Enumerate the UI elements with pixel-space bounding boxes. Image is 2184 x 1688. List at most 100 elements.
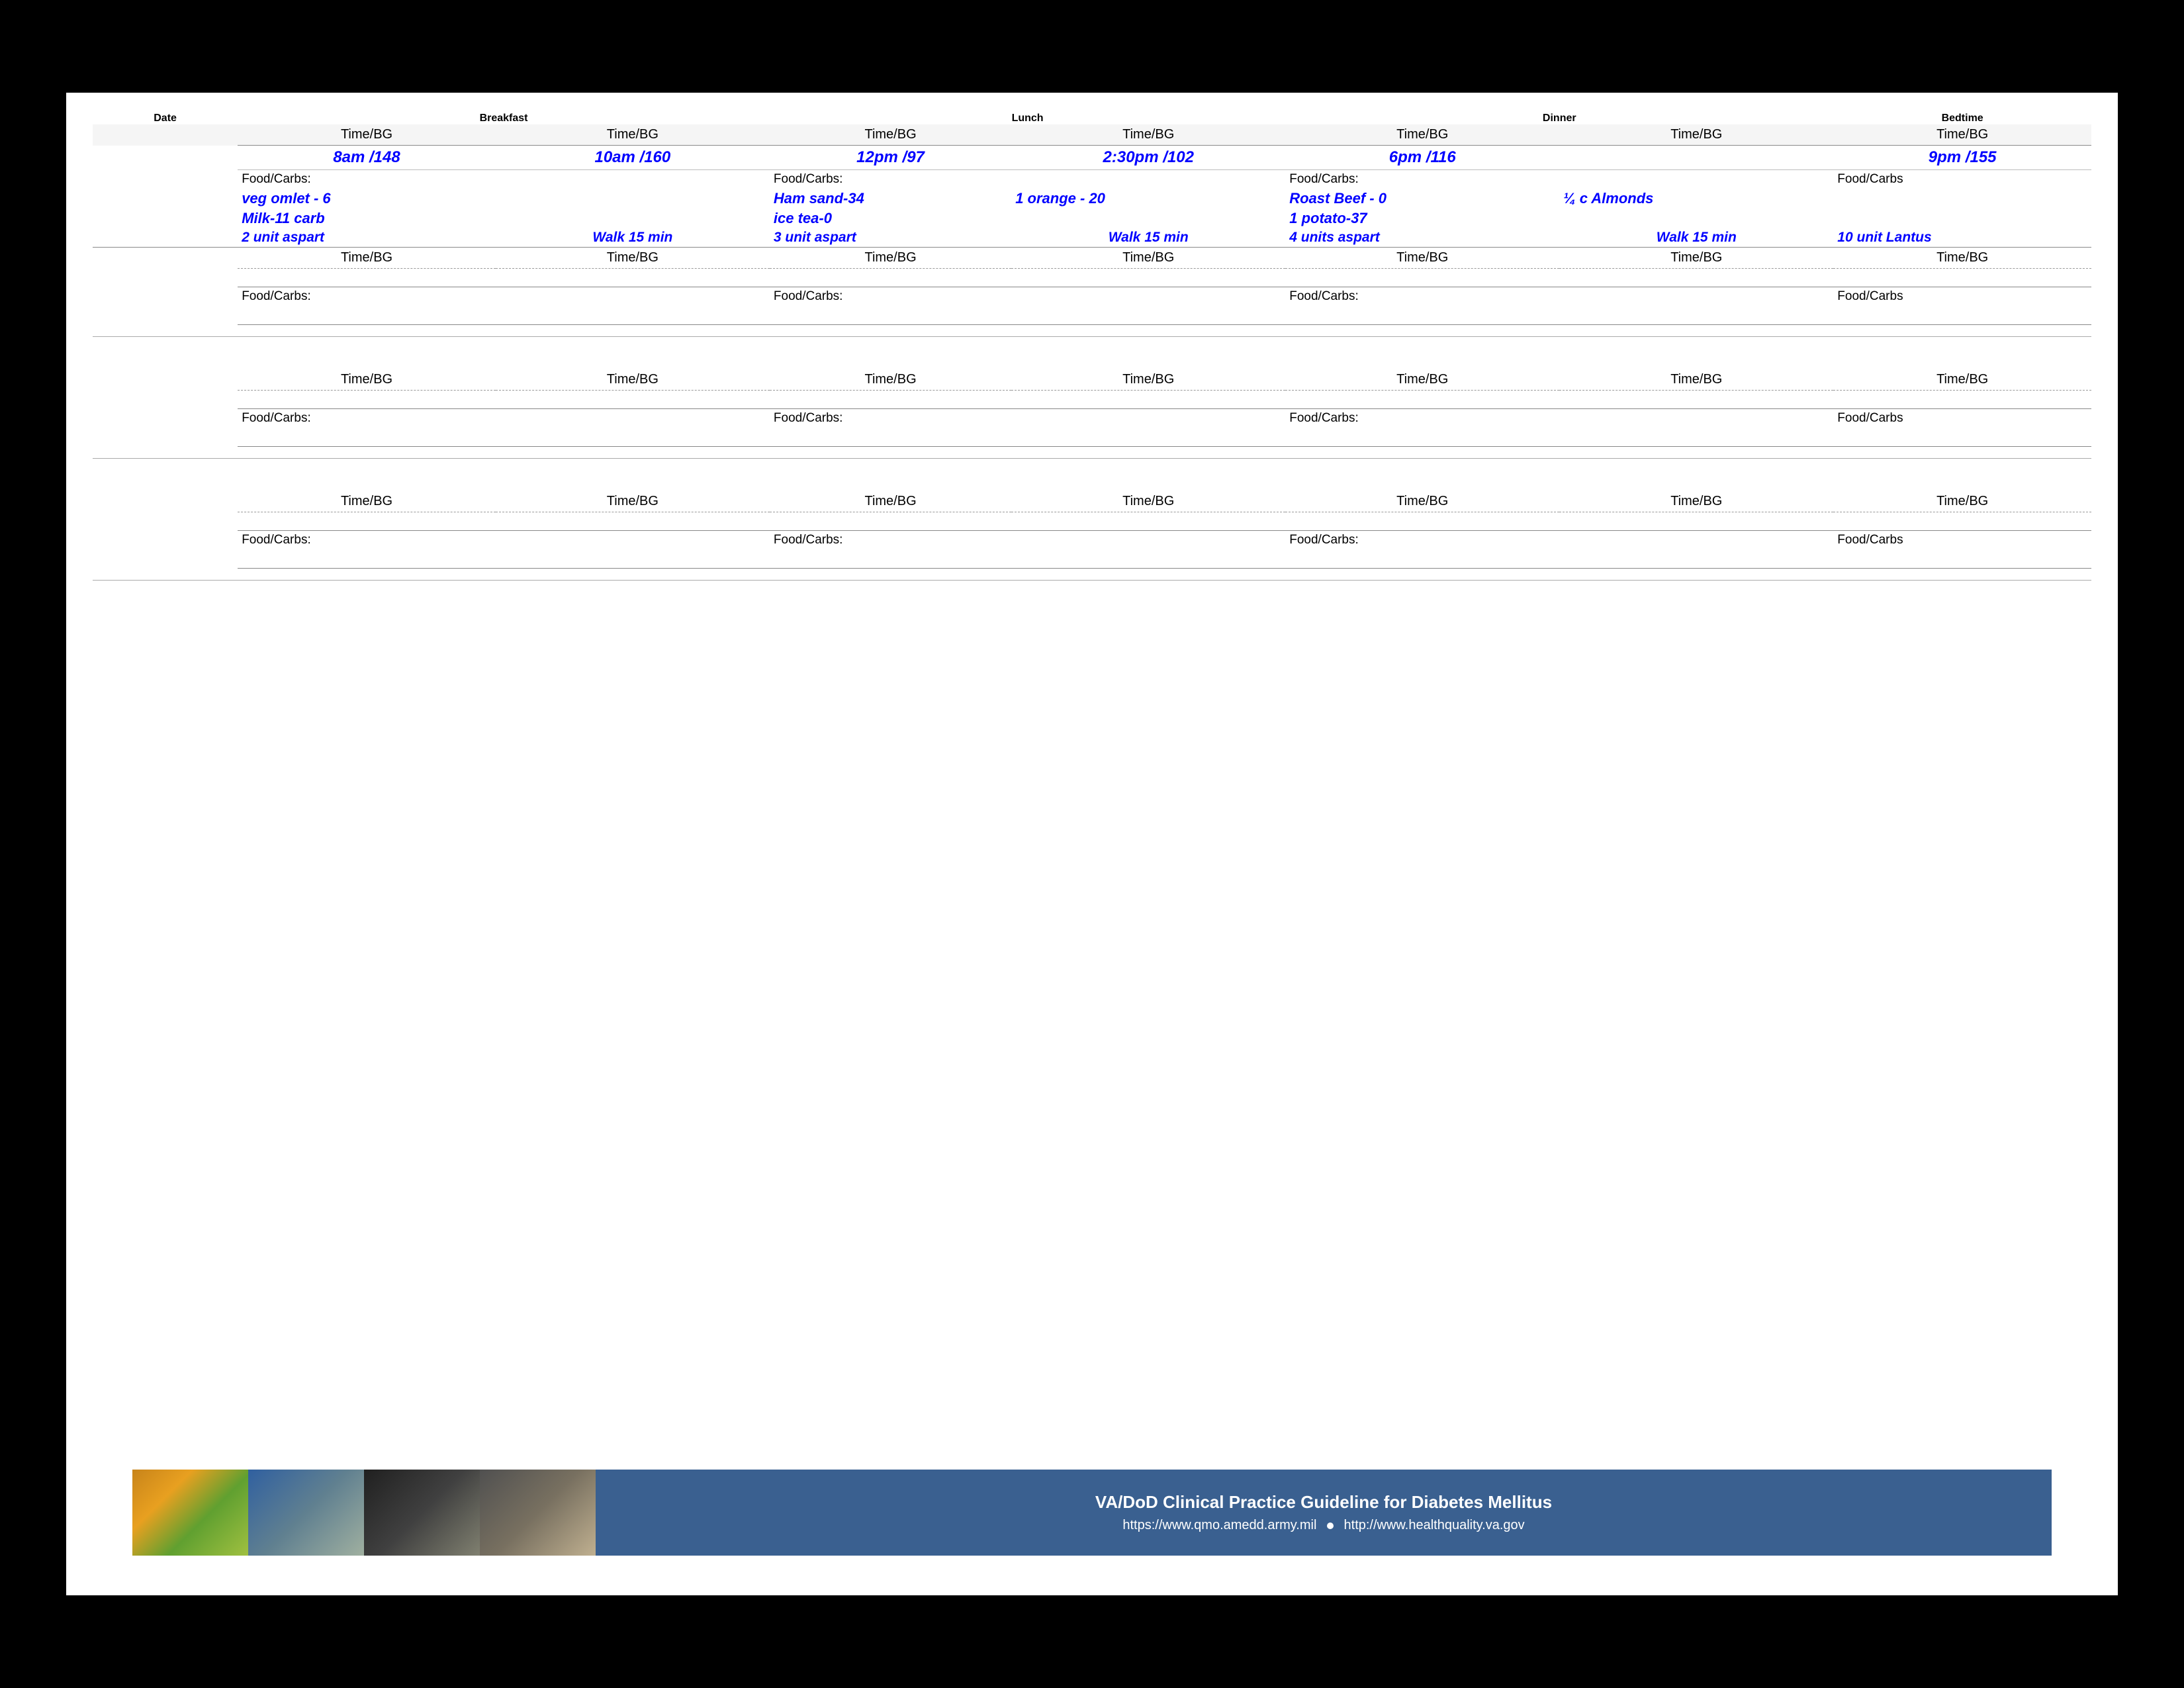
- row1-di1-time: 6pm /116: [1285, 146, 1559, 170]
- lu2-food-val1: 1 orange - 20: [1011, 189, 1285, 209]
- row2-bf1-time: [238, 391, 496, 409]
- row3-bf2-time: [496, 512, 770, 531]
- row1-food2-labels: Food/Carbs: Food/Carbs: Food/Carbs: Food…: [93, 287, 2091, 306]
- row2-bed-food: [1833, 428, 2091, 446]
- row2-time-empty: [93, 391, 2091, 409]
- row2-date-2: [93, 391, 238, 409]
- lu2-walk: Walk 15 min: [1011, 228, 1285, 248]
- row2-timebg-labels: Time/BG Time/BG Time/BG Time/BG Time/BG …: [93, 369, 2091, 391]
- di1-timebg2-label: Time/BG: [1285, 248, 1559, 269]
- lu2-time2-val: [1011, 269, 1285, 287]
- row2-di2-food: [1559, 428, 1833, 446]
- bf1-timebg2-label: Time/BG: [238, 248, 496, 269]
- bed-timebg2-label: Time/BG: [1833, 248, 2091, 269]
- bed-food-val1: [1833, 189, 2091, 209]
- lu1-food-val1: Ham sand-34: [770, 189, 1011, 209]
- footer-img-seg3: [364, 1470, 480, 1556]
- di1-time2-val: [1285, 269, 1559, 287]
- row2-di1-timebg: Time/BG: [1285, 369, 1559, 391]
- row3-bf2-food-label: [496, 531, 770, 550]
- row3-lu1-time: [770, 512, 1011, 531]
- row3-time-empty: [93, 512, 2091, 531]
- lu2-food-val2: [1011, 209, 1285, 228]
- lu1-food2-val: [770, 306, 1011, 324]
- row3-bf1-food: [238, 549, 496, 568]
- row1-bf1-time: 8am /148: [238, 146, 496, 170]
- row2-extra-empty: [93, 446, 2091, 458]
- footer-img-seg1: [132, 1470, 248, 1556]
- di2-food-label: [1559, 170, 1833, 189]
- row2-di1-food-label: Food/Carbs:: [1285, 409, 1559, 428]
- row1-timebg2-labels: Time/BG Time/BG Time/BG Time/BG Time/BG …: [93, 248, 2091, 269]
- lu1-time2-val: [770, 269, 1011, 287]
- row2-bf1-food-label: Food/Carbs:: [238, 409, 496, 428]
- bf1-food-val2: Milk-11 carb: [238, 209, 496, 228]
- row2-di2-timebg: Time/BG: [1559, 369, 1833, 391]
- row1-time-values: 8am /148 10am /160 12pm /97 2:30pm /102 …: [93, 146, 2091, 170]
- row2-food-labels: Food/Carbs: Food/Carbs: Food/Carbs: Food…: [93, 409, 2091, 428]
- lu1-insulin: 3 unit aspart: [770, 228, 1011, 248]
- bf2-food-val2: [496, 209, 770, 228]
- row2-bf1-food: [238, 428, 496, 446]
- row1-di2-time: [1559, 146, 1833, 170]
- lu1-timebg-label: Time/BG: [770, 124, 1011, 146]
- row3-di2-food-label: [1559, 531, 1833, 550]
- row3-timebg-labels: Time/BG Time/BG Time/BG Time/BG Time/BG …: [93, 491, 2091, 512]
- row1-date-6: [93, 248, 238, 269]
- row3-bf2-timebg: Time/BG: [496, 491, 770, 512]
- row2-date-3: [93, 409, 238, 428]
- row1-date-8: [93, 287, 238, 306]
- row2-di1-time: [1285, 391, 1559, 409]
- row2-di2-time: [1559, 391, 1833, 409]
- lu2-food-label: [1011, 170, 1285, 189]
- bf1-insulin: 2 unit aspart: [238, 228, 496, 248]
- row3-date: [93, 491, 238, 512]
- footer-title: VA/DoD Clinical Practice Guideline for D…: [1095, 1492, 1552, 1513]
- row1-date-3: [93, 189, 238, 209]
- lu2-food2-label: [1011, 287, 1285, 306]
- row2-extra-line: [93, 446, 2091, 458]
- di1-timebg-label: Time/BG: [1285, 124, 1559, 146]
- row1-bed-time: 9pm /155: [1833, 146, 2091, 170]
- di2-food-val2: [1559, 209, 1833, 228]
- bf1-food2-val: [238, 306, 496, 324]
- row1-extra-line: [93, 324, 2091, 336]
- row2-lu2-time: [1011, 391, 1285, 409]
- row2-di1-food: [1285, 428, 1559, 446]
- diary-table: Date Breakfast Lunch Dinner Bedtime Time…: [93, 113, 2091, 581]
- bedtime-header: Bedtime: [1833, 113, 2091, 124]
- spacer1: [93, 336, 2091, 369]
- row1-lu2-time: 2:30pm /102: [1011, 146, 1285, 170]
- row2-lu1-food: [770, 428, 1011, 446]
- row3-extra-line: [93, 568, 2091, 580]
- di2-food2-label: [1559, 287, 1833, 306]
- footer-urls: https://www.qmo.amedd.army.mil http://ww…: [1122, 1518, 1524, 1533]
- row3-lu2-time: [1011, 512, 1285, 531]
- bf1-timebg-label: Time/BG: [238, 124, 496, 146]
- bf1-food2-label: Food/Carbs:: [238, 287, 496, 306]
- bf2-food-val1: [496, 189, 770, 209]
- footer-separator: [1327, 1523, 1334, 1529]
- row1-food-values-2: Milk-11 carb ice tea-0 1 potato-37: [93, 209, 2091, 228]
- di2-food2-val: [1559, 306, 1833, 324]
- row3-bf1-timebg: Time/BG: [238, 491, 496, 512]
- row3-lu1-timebg: Time/BG: [770, 491, 1011, 512]
- row3-di2-time: [1559, 512, 1833, 531]
- bed-insulin: 10 unit Lantus: [1833, 228, 2091, 248]
- row2-lu2-timebg: Time/BG: [1011, 369, 1285, 391]
- footer-images: [132, 1470, 596, 1556]
- row2-bf2-timebg: Time/BG: [496, 369, 770, 391]
- row3-food-empty: [93, 549, 2091, 568]
- row1-insulin-walk: 2 unit aspart Walk 15 min 3 unit aspart …: [93, 228, 2091, 248]
- bf1-food-val1: veg omlet - 6: [238, 189, 496, 209]
- row3-di2-timebg: Time/BG: [1559, 491, 1833, 512]
- date-header: Date: [93, 113, 238, 124]
- page-container: Date Breakfast Lunch Dinner Bedtime Time…: [66, 93, 2118, 1595]
- row3-lu2-food-label: [1011, 531, 1285, 550]
- row3-bf1-time: [238, 512, 496, 531]
- row1-extra-empty: [93, 324, 2091, 336]
- bf2-timebg-label: Time/BG: [496, 124, 770, 146]
- row3-date-3: [93, 531, 238, 550]
- bf2-food2-val: [496, 306, 770, 324]
- row3-lu2-timebg: Time/BG: [1011, 491, 1285, 512]
